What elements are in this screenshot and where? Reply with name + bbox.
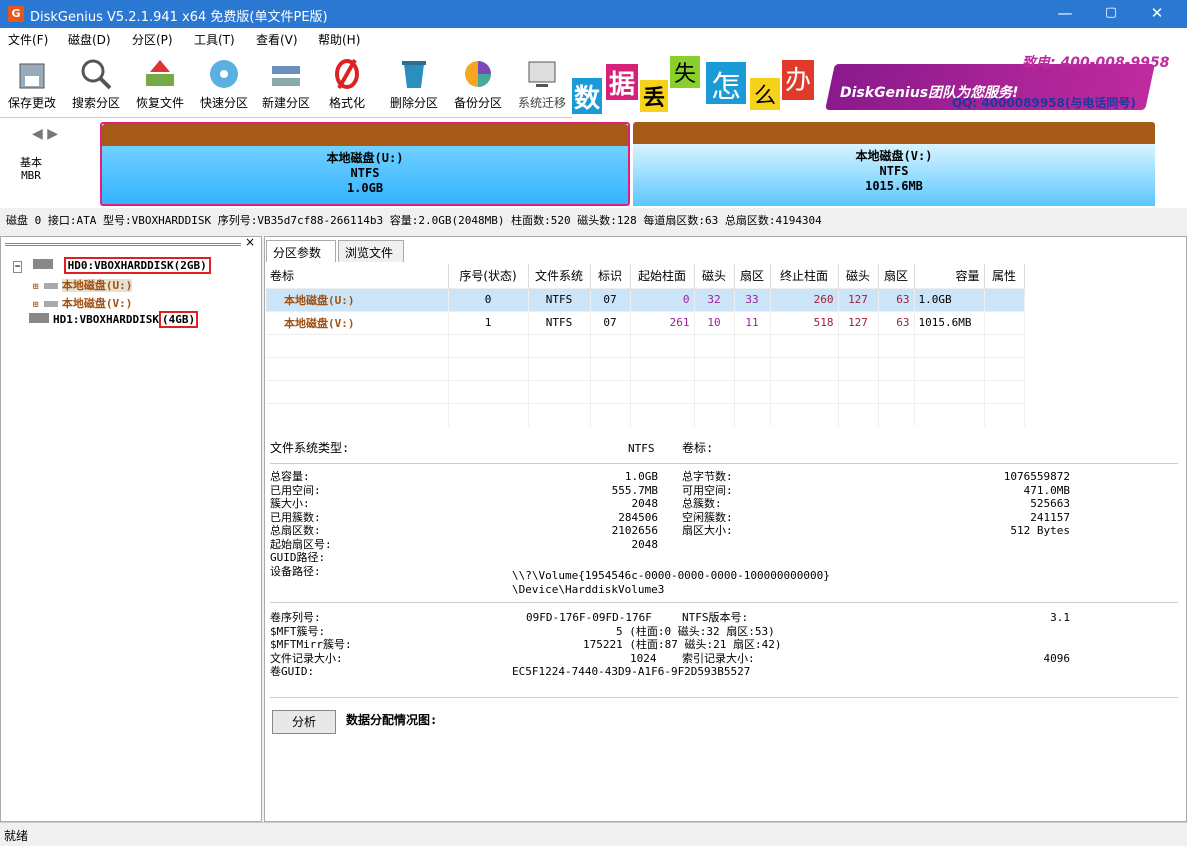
trash-icon	[402, 61, 426, 88]
quick-partition-button[interactable]: 快速分区	[194, 50, 254, 118]
details-right-labels: 总字节数: 可用空间: 总簇数: 空闲簇数: 扇区大小:	[682, 470, 733, 537]
volume-guid-value: EC5F1224-7440-43D9-A1F6-9F2D593B5527	[512, 665, 751, 678]
banner-char: 失	[670, 56, 700, 88]
guid-path-value: \\?\Volume{1954546c-0000-0000-0000-10000…	[512, 569, 830, 582]
title-bar: G DiskGenius V5.2.1.941 x64 免费版(单文件PE版) …	[0, 0, 1187, 28]
delete-partition-button[interactable]: 删除分区	[384, 50, 444, 118]
tree-item-u[interactable]: ⊞ 本地磁盘(U:)	[33, 277, 133, 295]
device-path-value: \Device\HarddiskVolume3	[512, 583, 665, 596]
search-icon	[81, 59, 112, 90]
mft-value: 5 (柱面:0 磁头:32 扇区:53)	[616, 624, 775, 638]
window-title: DiskGenius V5.2.1.941 x64 免费版(单文件PE版)	[30, 10, 328, 25]
banner-char: 数	[572, 78, 602, 114]
status-bar: 就绪	[0, 822, 1187, 846]
new-partition-icon	[272, 66, 300, 86]
format-icon	[335, 59, 359, 89]
maximize-button[interactable]: ▢	[1088, 0, 1134, 28]
new-partition-button[interactable]: 新建分区	[256, 50, 316, 118]
banner-qq: QQ: 4000089958(与电话同号)	[952, 96, 1136, 110]
backup-partition-button[interactable]: 备份分区	[448, 50, 508, 118]
partition-block-v[interactable]: 本地磁盘(V:) NTFS 1015.6MB	[633, 122, 1155, 206]
menu-file[interactable]: 文件(F)	[8, 31, 48, 48]
disk-tree-panel: × − HD0:VBOXHARDDISK(2GB) ⊞ 本地磁盘(U:) ⊞ 本…	[0, 235, 262, 822]
fs-type-label: 文件系统类型:	[270, 441, 350, 455]
banner-char: 么	[750, 78, 780, 110]
backup-icon	[465, 61, 491, 87]
tab-partition-params[interactable]: 分区参数	[266, 240, 336, 262]
menu-partition[interactable]: 分区(P)	[132, 31, 173, 48]
banner-char: 怎	[706, 62, 746, 105]
record-size-value: 1024	[630, 651, 657, 665]
volume-serial-value: 09FD-176F-09FD-176F	[526, 611, 652, 624]
disk-icon	[210, 60, 238, 88]
search-partition-button[interactable]: 搜索分区	[66, 50, 126, 118]
save-icon	[19, 63, 45, 89]
index-size-label: 索引记录大小:	[682, 651, 755, 665]
menu-view[interactable]: 查看(V)	[256, 31, 298, 48]
disk-type-label: 基本 MBR	[20, 156, 42, 182]
minimize-button[interactable]: —	[1042, 0, 1088, 28]
format-button[interactable]: 格式化	[322, 50, 372, 118]
migrate-icon	[528, 61, 556, 87]
details-right-values: 1076559872 471.0MB 525663 241157 512 Bytes	[1003, 470, 1070, 537]
status-text: 就绪	[4, 829, 29, 843]
banner-phone: 致电: 400-008-9958	[1022, 55, 1170, 71]
banner-char: 据	[606, 64, 638, 100]
drive-icon	[43, 283, 58, 289]
ntfs-version-label: NTFS版本号:	[682, 611, 749, 624]
partition-table: 卷标 序号(状态) 文件系统 标识 起始柱面 磁头 扇区 终止柱面 磁头 扇区 …	[266, 264, 1025, 426]
recover-icon	[146, 60, 174, 86]
menu-tools[interactable]: 工具(T)	[194, 31, 235, 48]
details-left-values: 1.0GB 555.7MB 2048 284506 2102656 2048	[611, 470, 658, 551]
close-panel-icon[interactable]: ×	[245, 235, 255, 249]
tree-item-v[interactable]: ⊞ 本地磁盘(V:)	[33, 295, 132, 313]
table-row[interactable]: 本地磁盘(V:) 1 NTFS 07 261 10 11 518 127 63 1015…	[266, 310, 1025, 334]
ntfs-version-value: 3.1	[1050, 611, 1070, 624]
disk-nav-arrows[interactable]: ◀ ▶	[32, 126, 58, 142]
drive-icon	[43, 301, 58, 307]
analyze-button[interactable]: 分析	[272, 710, 336, 734]
close-button[interactable]: ✕	[1134, 0, 1180, 28]
allocation-map-label: 数据分配情况图:	[346, 713, 438, 727]
system-migration-button[interactable]: 系统迁移	[512, 50, 572, 118]
disk-info-line: 磁盘 0 接口:ATA 型号:VBOXHARDDISK 序列号:VB35d7cf…	[6, 214, 822, 227]
volume-info-labels: 卷序列号: $MFT簇号: $MFTMirr簇号: 文件记录大小: 卷GUID:	[270, 611, 352, 678]
save-changes-button[interactable]: 保存更改	[2, 50, 62, 118]
table-row[interactable]: 本地磁盘(U:) 0 NTFS 07 0 32 33 260 127 63 1.0GB	[266, 287, 1025, 311]
volume-label-label: 卷标:	[682, 441, 714, 455]
index-size-value: 4096	[1043, 651, 1071, 665]
partition-block-u[interactable]: 本地磁盘(U:) NTFS 1.0GB	[100, 122, 630, 206]
recover-files-button[interactable]: 恢复文件	[130, 50, 190, 118]
tree-item-hd1[interactable]: HD1:VBOXHARDDISK (4GB)	[29, 311, 199, 331]
fs-type-value: NTFS	[628, 442, 655, 455]
tree-item-hd0[interactable]: − HD0:VBOXHARDDISK(2GB)	[13, 257, 211, 277]
menu-help[interactable]: 帮助(H)	[318, 31, 360, 48]
app-icon: G	[8, 6, 24, 22]
banner-char: 办	[782, 60, 814, 100]
menu-disk[interactable]: 磁盘(D)	[68, 31, 111, 48]
menu-bar: 文件(F) 磁盘(D) 分区(P) 工具(T) 查看(V) 帮助(H)	[0, 28, 1187, 50]
mftmirr-value: 175221 (柱面:87 磁头:21 扇区:42)	[583, 638, 782, 651]
details-left-labels: 总容量: 已用空间: 簇大小: 已用簇数: 总扇区数: 起始扇区号: GUID路径: 设备路径…	[270, 470, 332, 578]
tab-browse-files[interactable]: 浏览文件	[338, 240, 404, 262]
ad-banner[interactable]: 数 据 丢 失 怎 么 办 DiskGenius团队为您服务! 致电: 400-…	[572, 50, 1187, 118]
banner-char: 丢	[640, 80, 668, 112]
